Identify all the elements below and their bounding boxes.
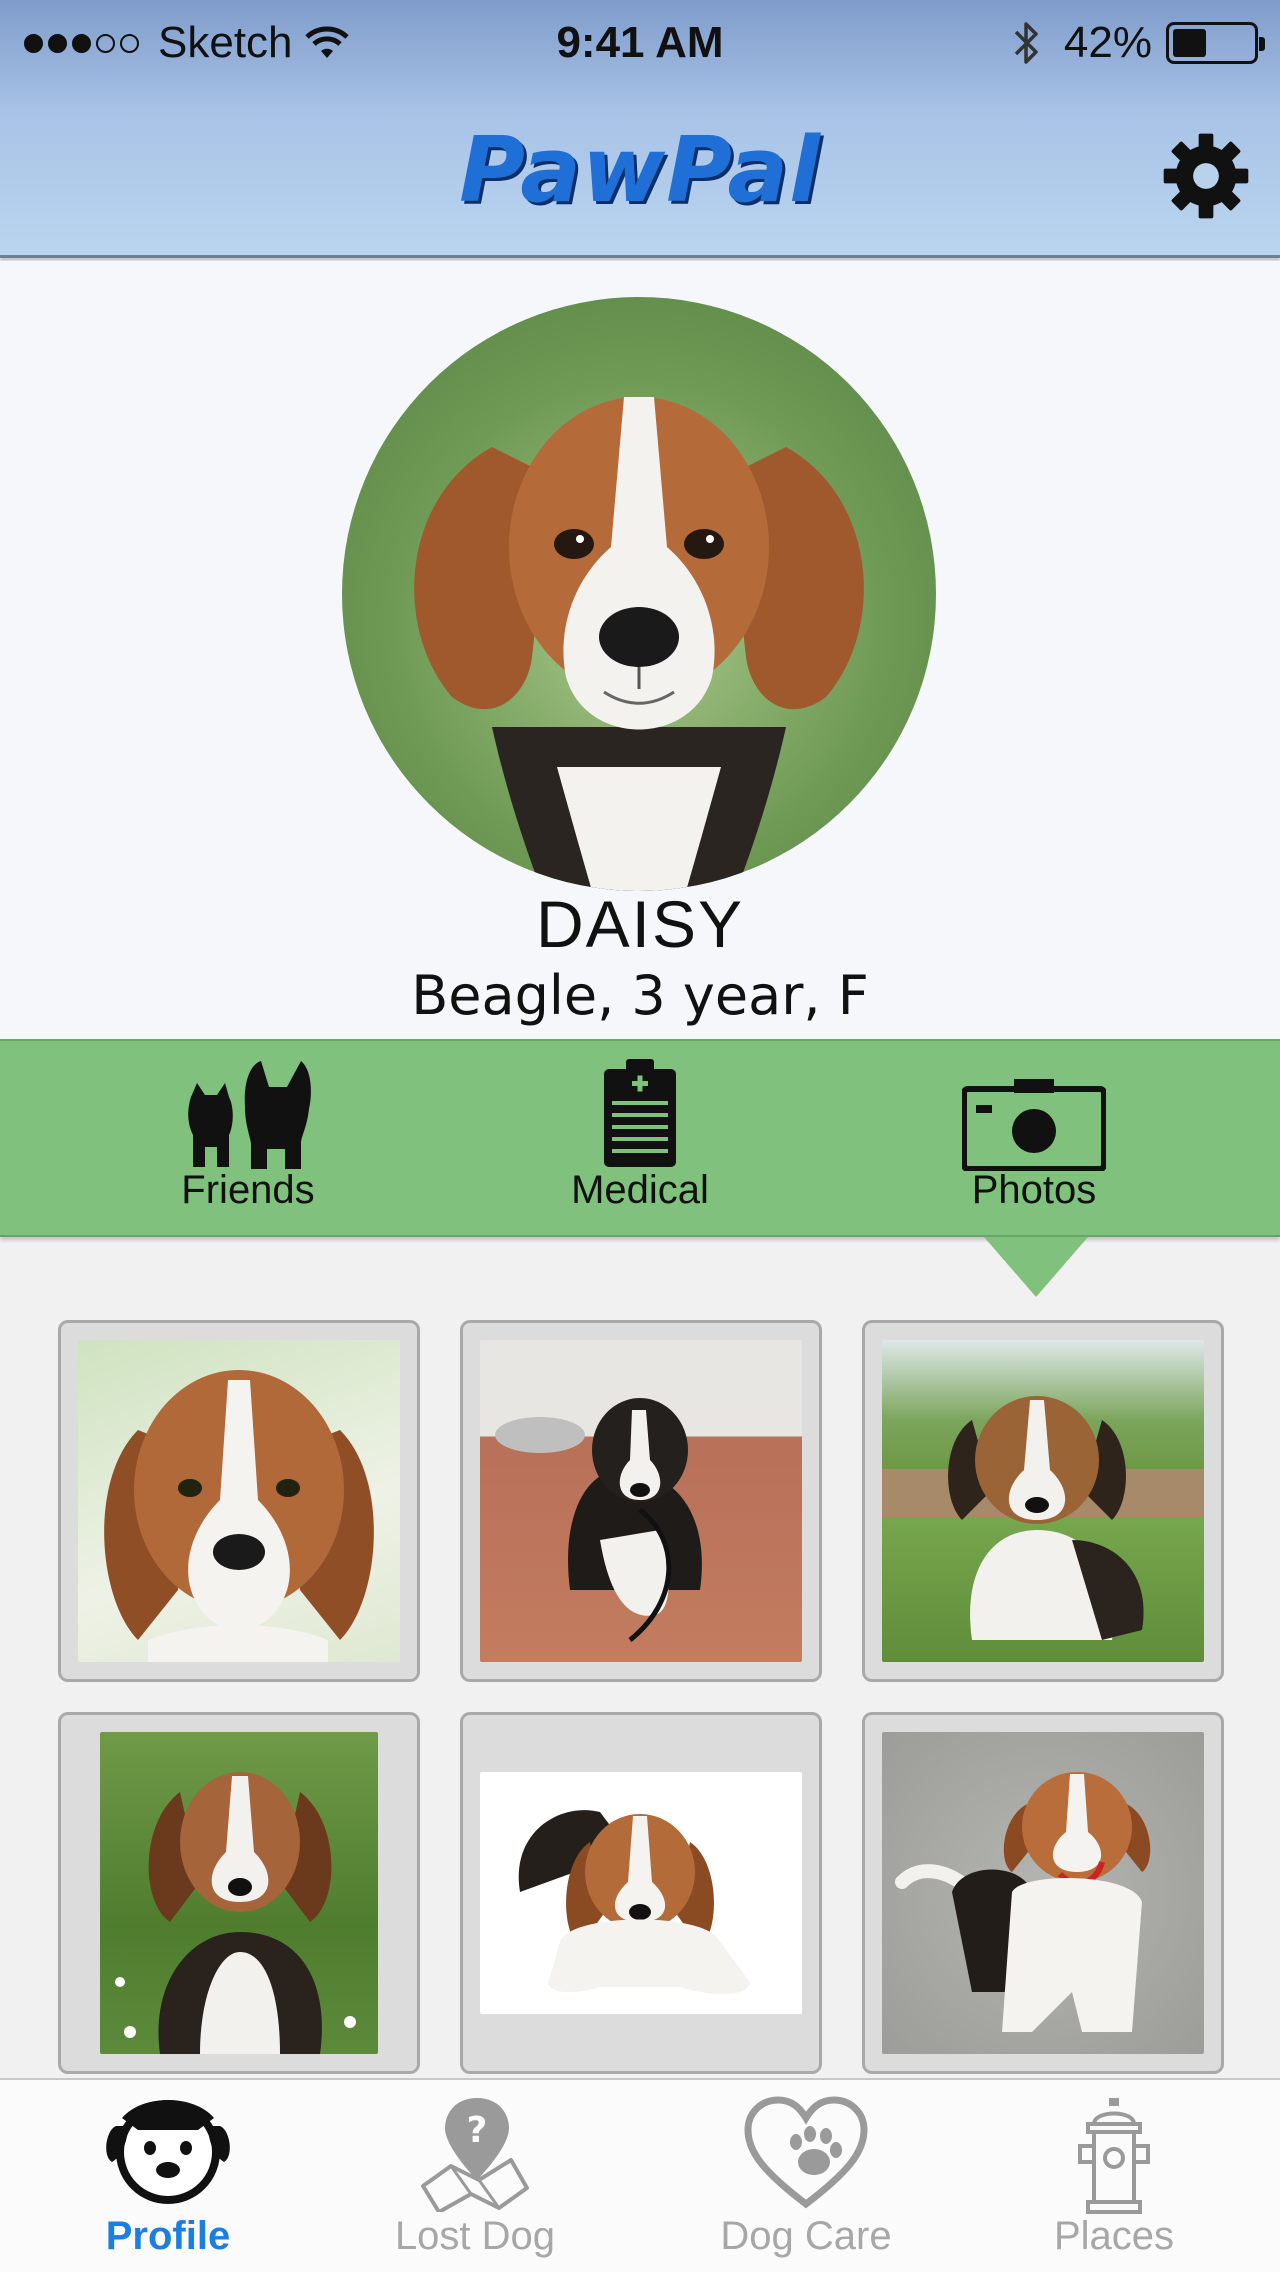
photo-tile[interactable] [862, 1712, 1224, 2074]
tab-label: Dog Care [720, 2214, 892, 2258]
tab-profile[interactable]: Profile [8, 2080, 328, 2272]
friends-button[interactable]: Friends [118, 1057, 378, 1227]
tab-label: Places [1053, 2214, 1175, 2258]
pet-details: Beagle, 3 year, F [411, 964, 869, 1027]
bluetooth-icon [1014, 22, 1038, 64]
profile-action-bar: Friends Medical Photos [0, 1039, 1280, 1237]
photos-label: Photos [971, 1168, 1097, 1212]
fire-hydrant-icon [1078, 2098, 1150, 2214]
photo-image [115, 1772, 356, 2054]
tab-bar: Profile ? Lost Dog Dog Care Places [0, 2078, 1280, 2272]
tab-places[interactable]: Places [954, 2080, 1274, 2272]
photo-tile[interactable] [460, 1320, 822, 1682]
photo-image [518, 1810, 750, 1994]
status-right: 42% [1012, 18, 1265, 68]
photo-tile[interactable] [58, 1320, 420, 1682]
tab-lost-dog[interactable]: ? Lost Dog [315, 2080, 635, 2272]
heart-paw-icon [744, 2096, 868, 2209]
tab-label: Lost Dog [394, 2214, 556, 2258]
camera-icon [962, 1079, 1106, 1171]
tab-dog-care[interactable]: Dog Care [646, 2080, 966, 2272]
profile-section: DAISY Beagle, 3 year, F [0, 261, 1280, 1039]
medical-button[interactable]: Medical [510, 1057, 770, 1227]
medical-label: Medical [571, 1168, 709, 1212]
photo-tile[interactable] [460, 1712, 822, 2074]
beagle-portrait [414, 397, 864, 891]
selected-action-indicator [984, 1237, 1088, 1297]
friends-label: Friends [181, 1168, 315, 1212]
battery-percent: 42% [1063, 18, 1152, 67]
dog-face-icon [106, 2100, 230, 2204]
photo-image [895, 1772, 1151, 2032]
tab-label: Profile [105, 2214, 231, 2258]
photo-tile[interactable] [862, 1320, 1224, 1682]
photo-tile[interactable] [58, 1712, 420, 2074]
battery-icon [1166, 22, 1265, 64]
header: Sketch 9:41 AM 42% PawPal [0, 0, 1280, 258]
profile-photo[interactable] [342, 297, 936, 891]
pets-icon [188, 1061, 311, 1169]
gear-icon[interactable] [1160, 130, 1252, 222]
map-pin-question-icon: ? [421, 2098, 529, 2212]
photo-image [104, 1370, 374, 1662]
app-title: PawPal [459, 118, 821, 223]
photo-image [948, 1396, 1144, 1640]
pet-name: DAISY [535, 887, 745, 961]
photo-image [495, 1398, 702, 1642]
clipboard-icon [604, 1059, 676, 1167]
status-bar: Sketch 9:41 AM 42% [0, 12, 1280, 72]
photos-button[interactable]: Photos [904, 1057, 1164, 1227]
svg-text:?: ? [467, 2110, 488, 2151]
